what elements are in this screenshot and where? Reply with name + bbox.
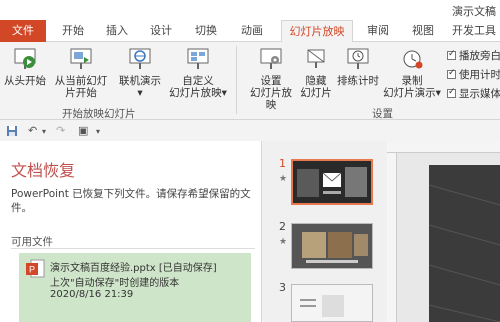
ribbon-tabs: 文件 开始 插入 设计 切换 动画 幻灯片放映 审阅 视图 开发工具 — [0, 20, 500, 43]
undo-icon[interactable]: ↶ — [28, 124, 37, 137]
group-separator — [236, 46, 237, 114]
custom-slideshow-label-2: 幻灯片放映 — [169, 87, 222, 99]
available-files-label: 可用文件 — [11, 236, 53, 248]
hide-slide-button[interactable]: 隐藏 幻灯片 — [298, 46, 334, 99]
recovery-description: PowerPoint 已恢复下列文件。请保存希望保留的文件。 — [11, 188, 251, 214]
slide-number: 3 — [279, 281, 286, 294]
animation-star-icon: ★ — [279, 237, 288, 247]
chevron-down-icon: ▾ — [221, 87, 227, 99]
checkbox-checked-icon — [447, 68, 456, 79]
slide-number: 1 — [279, 157, 286, 170]
custom-slideshow-button[interactable]: 自定义 幻灯片放映▾ — [167, 46, 229, 99]
ribbon: 从头开始 从当前幻灯 片开始 联机演示 ▾ 自定义 幻灯片放映▾ 开始放映幻灯片… — [0, 42, 500, 120]
slide-thumbnail-1[interactable] — [291, 159, 373, 205]
slide-background-image — [428, 165, 500, 322]
save-icon[interactable] — [6, 125, 18, 137]
tab-transitions[interactable]: 切换 — [185, 20, 227, 42]
play-narrations-label: 播放旁白 — [459, 50, 500, 62]
document-recovery-pane: 文档恢复 PowerPoint 已恢复下列文件。请保存希望保留的文件。 可用文件… — [0, 141, 262, 322]
slide-editor — [387, 141, 500, 322]
record-slideshow-button[interactable]: 录制 幻灯片演示▾ — [382, 46, 442, 99]
group-label-setup: 设置 — [372, 108, 393, 120]
slide-thumbnail-3[interactable] — [291, 284, 373, 322]
chevron-down-icon: ▾ — [137, 87, 143, 99]
show-media-checkbox[interactable]: 显示媒体 — [447, 86, 500, 101]
chevron-down-icon: ▾ — [435, 87, 441, 99]
slideshow-start-icon — [14, 48, 36, 69]
slide-thumbnail-2[interactable] — [291, 223, 373, 269]
record-slideshow-label-1: 录制 — [401, 75, 423, 87]
tab-design[interactable]: 设计 — [141, 20, 181, 42]
from-beginning-label: 从头开始 — [4, 75, 46, 87]
setup-slideshow-label-2: 幻灯片放映 — [250, 87, 292, 111]
hide-slide-icon — [307, 49, 325, 68]
tab-file[interactable]: 文件 — [0, 20, 46, 42]
from-current-label-1: 从当前幻灯 — [54, 75, 108, 87]
vertical-ruler — [387, 153, 397, 322]
tab-slideshow[interactable]: 幻灯片放映 — [281, 20, 353, 43]
slide-number: 2 — [279, 220, 286, 233]
checkbox-checked-icon — [447, 49, 456, 60]
setup-slideshow-label-1: 设置 — [260, 75, 282, 87]
tab-developer[interactable]: 开发工具 — [448, 20, 500, 42]
tab-view[interactable]: 视图 — [403, 20, 443, 42]
checkbox-checked-icon — [447, 87, 456, 98]
slide-preview-image — [292, 224, 372, 268]
animation-star-icon: ★ — [279, 174, 288, 184]
rehearse-timings-icon — [347, 48, 369, 69]
from-current-label-2: 片开始 — [65, 87, 97, 99]
slide-preview-image — [292, 285, 372, 321]
recovered-file-name: 演示文稿百度经验.pptx [已自动保存] — [50, 263, 217, 274]
slideshow-current-icon — [70, 48, 92, 69]
setup-slideshow-icon — [260, 48, 282, 69]
tab-insert[interactable]: 插入 — [97, 20, 137, 42]
customize-qat-icon[interactable]: ▾ — [96, 127, 100, 136]
from-current-button[interactable]: 从当前幻灯 片开始 — [50, 46, 112, 99]
chevron-down-icon[interactable]: ▾ — [42, 127, 46, 136]
recovered-file-datetime: 2020/8/16 21:39 — [50, 289, 134, 300]
recovered-file-status: 上次"自动保存"时创建的版本 — [50, 278, 180, 289]
record-slideshow-label-2: 幻灯片演示 — [383, 87, 436, 99]
online-present-button[interactable]: 联机演示 ▾ — [116, 46, 164, 99]
setup-slideshow-button[interactable]: 设置 幻灯片放映 — [245, 46, 297, 111]
hide-slide-label-2: 幻灯片 — [300, 87, 332, 99]
hide-slide-label-1: 隐藏 — [305, 75, 327, 87]
play-narrations-checkbox[interactable]: 播放旁白 — [447, 48, 500, 63]
divider — [11, 248, 255, 249]
tab-animations[interactable]: 动画 — [231, 20, 273, 42]
from-beginning-button[interactable]: 从头开始 — [2, 46, 48, 87]
recovery-title: 文档恢复 — [11, 161, 76, 180]
slide-thumbnails-pane: 1 ★ 2 ★ 3 — [263, 141, 387, 322]
rehearse-timings-button[interactable]: 排练计时 — [335, 46, 381, 87]
custom-slideshow-icon — [187, 48, 209, 69]
pptx-file-icon: P — [26, 259, 45, 278]
slideshow-icon[interactable]: ▣ — [78, 124, 88, 137]
slide-canvas[interactable] — [428, 165, 500, 322]
slide-preview-image — [293, 161, 371, 203]
redo-icon[interactable]: ↷ — [56, 124, 65, 137]
online-present-label: 联机演示 — [119, 75, 161, 87]
group-label-start-slideshow: 开始放映幻灯片 — [62, 108, 136, 120]
window-title: 演示文稿 — [452, 5, 496, 18]
tab-home[interactable]: 开始 — [53, 20, 93, 42]
rehearse-timings-label: 排练计时 — [337, 75, 379, 87]
horizontal-ruler — [387, 141, 500, 153]
recovered-file-item[interactable]: P 演示文稿百度经验.pptx [已自动保存] 上次"自动保存"时创建的版本 2… — [19, 253, 251, 322]
title-bar: 演示文稿 — [0, 0, 500, 20]
tab-review[interactable]: 审阅 — [358, 20, 398, 42]
show-media-label: 显示媒体 — [459, 88, 500, 100]
custom-slideshow-label-1: 自定义 — [182, 75, 214, 87]
use-timings-checkbox[interactable]: 使用计时 — [447, 67, 500, 82]
record-icon — [403, 50, 423, 69]
svg-text:P: P — [29, 265, 35, 275]
use-timings-label: 使用计时 — [459, 69, 500, 81]
quick-access-toolbar: ↶ ▾ ↷ ▣ ▾ — [0, 121, 500, 141]
online-present-icon — [129, 48, 151, 69]
